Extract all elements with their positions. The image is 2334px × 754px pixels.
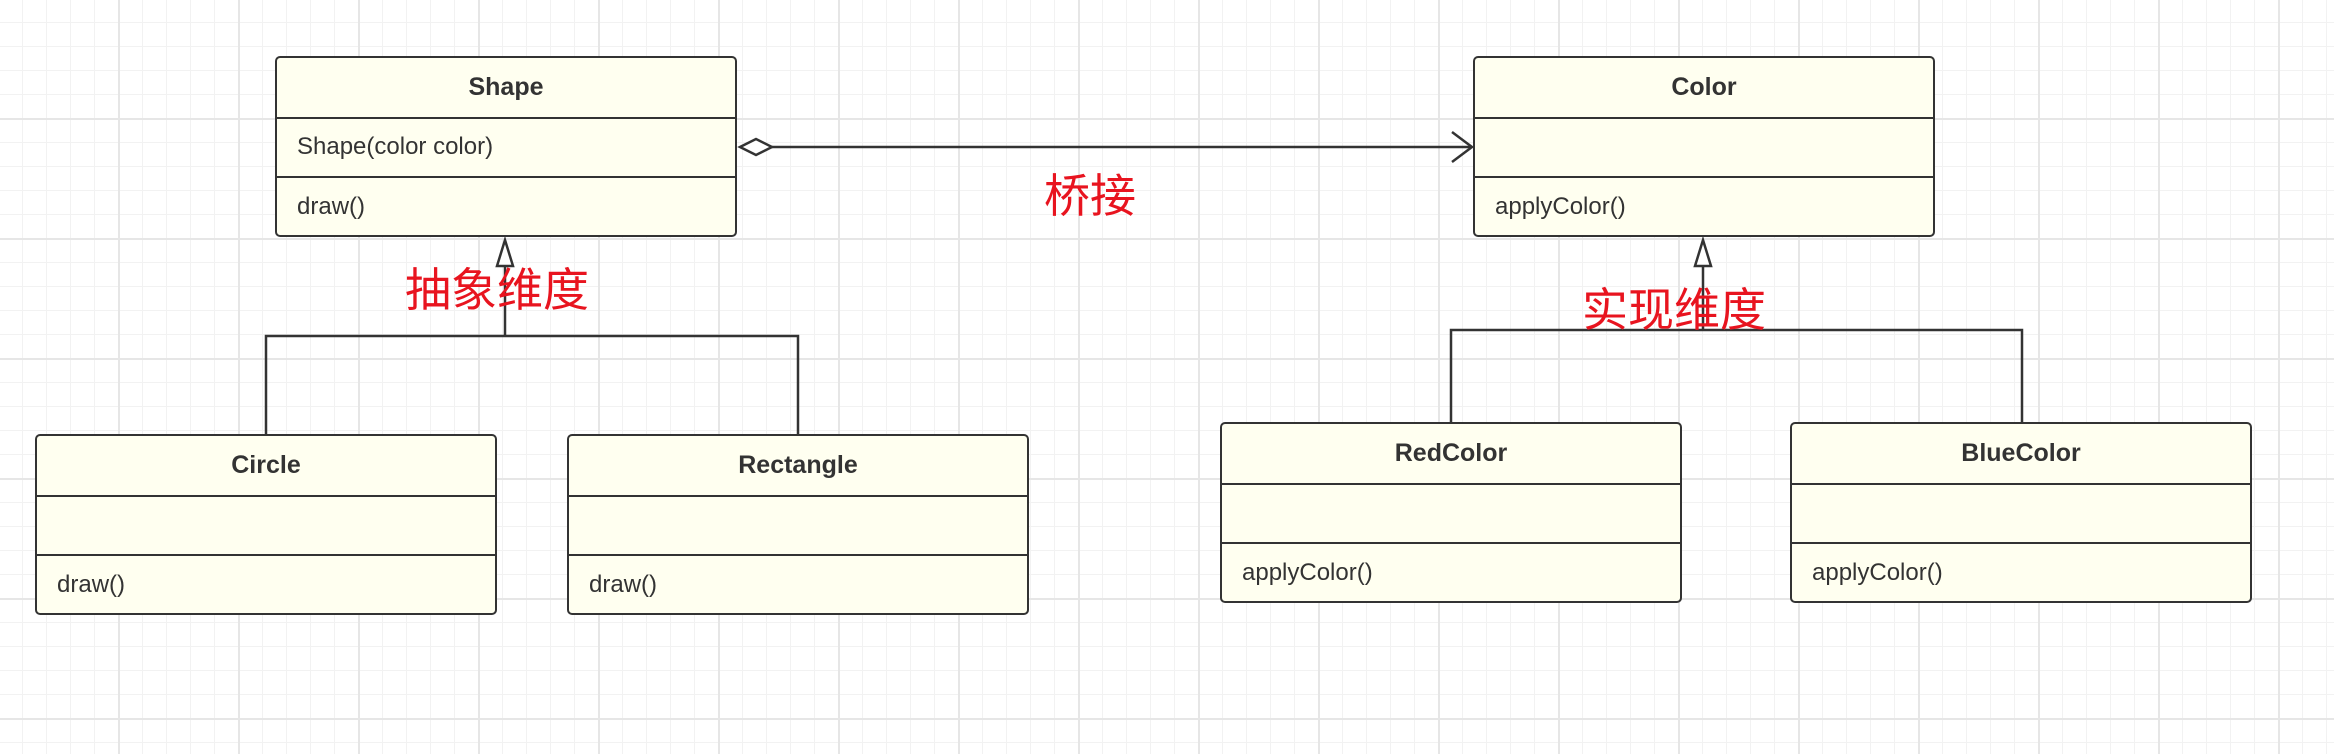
class-redcolor[interactable]: RedColor applyColor() [1220, 422, 1682, 603]
class-redcolor-attributes [1222, 482, 1680, 542]
class-color-attributes [1475, 116, 1933, 176]
class-bluecolor[interactable]: BlueColor applyColor() [1790, 422, 2252, 603]
class-color[interactable]: Color applyColor() [1473, 56, 1935, 237]
class-shape-methods: draw() [277, 176, 735, 235]
class-circle-methods: draw() [37, 554, 495, 613]
class-redcolor-name: RedColor [1394, 438, 1508, 467]
class-shape-attributes: Shape(color color) [277, 116, 735, 176]
class-rectangle[interactable]: Rectangle draw() [567, 434, 1029, 615]
circle-inheritance-line [264, 334, 800, 434]
class-circle[interactable]: Circle draw() [35, 434, 497, 615]
class-shape[interactable]: Shape Shape(color color) draw() [275, 56, 737, 237]
class-rectangle-attributes [569, 494, 1027, 554]
class-color-methods: applyColor() [1475, 176, 1933, 235]
class-rectangle-methods: draw() [569, 554, 1027, 613]
implementation-dimension-label: 实现维度 [1582, 283, 1766, 337]
class-redcolor-methods: applyColor() [1222, 542, 1680, 601]
class-bluecolor-attributes [1792, 482, 2250, 542]
class-bluecolor-methods: applyColor() [1792, 542, 2250, 601]
class-circle-attributes [37, 494, 495, 554]
aggregation-diamond [737, 137, 775, 157]
abstraction-dimension-label: 抽象维度 [405, 263, 589, 317]
bridge-label: 桥接 [1044, 169, 1136, 223]
class-shape-name: Shape [468, 72, 544, 101]
diagram-canvas: Shape Shape(color color) draw() Color ap… [0, 0, 2334, 754]
class-color-name: Color [1671, 72, 1737, 101]
class-circle-name: Circle [231, 450, 301, 479]
class-rectangle-name: Rectangle [738, 450, 858, 479]
class-bluecolor-name: BlueColor [1961, 438, 2081, 467]
color-inheritance-arrowhead [1693, 235, 1713, 268]
color-inheritance-line [1449, 328, 2024, 422]
